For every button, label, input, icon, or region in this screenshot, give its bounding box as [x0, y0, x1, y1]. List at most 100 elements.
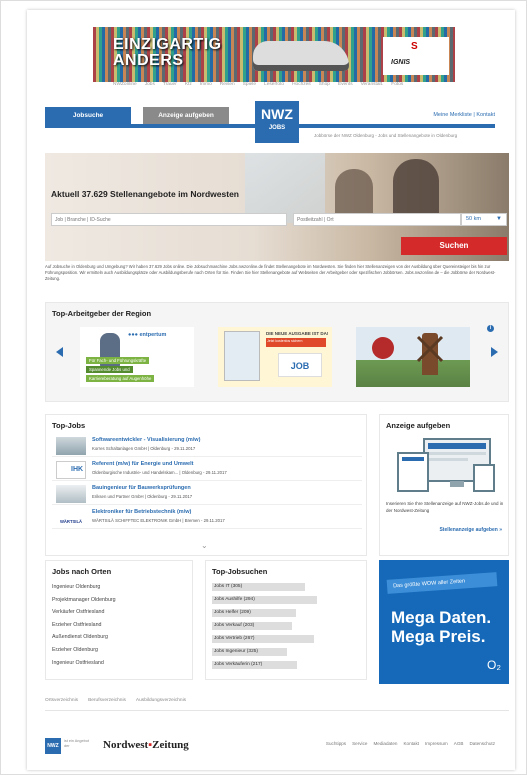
footer-nav-link[interactable]: AGB [454, 741, 464, 746]
top-nav-link[interactable]: Shop [319, 82, 330, 87]
top-nav-link[interactable]: Immo [200, 82, 212, 87]
footer-rule [45, 710, 509, 711]
top-nav-link[interactable]: Leserfoto [264, 82, 284, 87]
windmill-sails-icon [416, 335, 444, 363]
tagline: Jobbörse der NWZ Oldenburg - Jobs und St… [314, 133, 458, 138]
ad-headline: Mega Daten. Mega Preis. [391, 608, 491, 646]
brand-box: S IGNIS [383, 37, 449, 75]
merkliste-link[interactable]: Meine Merkliste [433, 112, 472, 118]
hero-person-image [335, 169, 373, 219]
footer-links: Ortsverzeichnis Berufsverzeichnis Ausbil… [45, 698, 186, 703]
job-title[interactable]: Softwareentwickler - Visualisierung (m/w… [92, 437, 200, 443]
section-title: Jobs nach Orten [52, 567, 112, 576]
search-bar[interactable]: Jobs Verkauf (203) [212, 622, 292, 630]
list-item[interactable]: Erzieher Ostfriesland [52, 619, 116, 632]
list-item[interactable]: Projektmanager Oldenburg [52, 594, 116, 607]
car-image [253, 41, 349, 71]
search-bar[interactable]: Jobs Verkäuferin (217) [212, 661, 297, 669]
footer-logo[interactable]: NWZ [45, 738, 61, 754]
anzeige-text: Inserieren Sie Ihre Stellenanzeige auf N… [386, 501, 504, 513]
list-item[interactable]: Ingenieur Oldenburg [52, 581, 116, 594]
footer-nav-link[interactable]: Mediadaten [373, 741, 397, 746]
top-links: Meine Merkliste | Kontakt [433, 112, 495, 118]
search-hero: Aktuell 37.629 Stellenangebote im Nordwe… [45, 153, 509, 261]
job-row[interactable]: IHK Referent (m/w) für Energie und Umwel… [52, 459, 362, 481]
logo-top: NWZ [261, 106, 293, 122]
kontakt-link[interactable]: Kontakt [476, 112, 495, 118]
nwz-jobs-logo[interactable]: NWZ JOBS [255, 101, 299, 143]
job-row[interactable]: Bauingenieur für Bauwerksprüfungen Eriks… [52, 483, 362, 505]
search-bar[interactable]: Jobs IT (305) [212, 583, 305, 591]
top-nav-link[interactable]: Jobs [145, 82, 155, 87]
carousel-prev-icon[interactable] [56, 347, 63, 357]
jobsuche-button[interactable]: Jobsuche [45, 107, 131, 124]
top-nav-link[interactable]: Fotos [391, 82, 403, 87]
location-input[interactable] [293, 213, 461, 226]
job-row[interactable]: Softwareentwickler - Visualisierung (m/w… [52, 435, 362, 457]
ihk-logo-icon: IHK [56, 461, 86, 479]
top-nav-link[interactable]: Spiele [243, 82, 256, 87]
list-item[interactable]: Verkäufer Ostfriesland [52, 606, 116, 619]
search-bar[interactable]: Jobs Aushilfe (294) [212, 596, 317, 604]
employer-card[interactable] [356, 327, 470, 387]
footer-nav-link[interactable]: Impressum [425, 741, 448, 746]
top-nav-link[interactable]: NWZonline [113, 82, 137, 87]
employer-tag: Karriereberatung auf Augenhöhe [86, 375, 155, 382]
nordwest-zeitung-logo[interactable]: Nordwest▪Zeitung [103, 739, 189, 751]
footer-nav-link[interactable]: Service [352, 741, 367, 746]
employer-card[interactable]: DIE NEUE AUSGABE IST DA! Jetzt kostenlos… [218, 327, 332, 387]
job-search-input[interactable] [51, 213, 287, 226]
jobs-nach-orten: Jobs nach Orten Ingenieur Oldenburg Proj… [45, 560, 193, 680]
footer-nav-link[interactable]: Kontakt [403, 741, 419, 746]
job-meta: Korres Schaltanlagen GmbH | Oldenburg - … [92, 446, 196, 451]
employer-card[interactable]: ●●● entpertum Für Fach- und Führungskräf… [80, 327, 194, 387]
page: EINZIGARTIG ANDERS S IGNIS NWZonline Jobs… [27, 10, 515, 770]
paper-name-a: Nordwest [103, 739, 149, 751]
list-item[interactable]: Außendienst Oldenburg [52, 631, 116, 644]
radius-select[interactable]: 50 km ▼ [461, 213, 507, 226]
job-badge: JOB [278, 353, 322, 377]
employer-emblem-icon [372, 337, 394, 359]
top-nav-link[interactable]: Events [338, 82, 353, 87]
logo-bottom: JOBS [268, 125, 286, 131]
anzeige-aufgeben-button[interactable]: Anzeige aufgeben [143, 107, 229, 124]
top-nav-link[interactable]: Hochzeit [292, 82, 311, 87]
footer-link[interactable]: Ortsverzeichnis [45, 698, 78, 703]
banner-ad[interactable]: EINZIGARTIG ANDERS S IGNIS [93, 27, 455, 82]
top-nav-link[interactable]: Reisen [220, 82, 235, 87]
job-row[interactable]: WÄRTSILÄ Elektroniker für Betriebstechni… [52, 507, 362, 529]
top-nav: NWZonline Jobs Trauer Kfz Immo Reisen Spiele Le… [113, 82, 403, 87]
search-button[interactable]: Suchen [401, 237, 507, 255]
radius-value: 50 km [466, 216, 481, 222]
anzeige-box: Anzeige aufgeben Inserieren Sie Ihre Ste… [379, 414, 509, 556]
o2-logo-icon: O₂ [487, 658, 501, 672]
job-title[interactable]: Elektroniker für Betriebstechnik (m/w) [92, 509, 191, 515]
anzeige-link[interactable]: Stellenanzeige aufgeben » [439, 527, 502, 533]
devices-illustration-icon [397, 438, 495, 492]
footer-nav-link[interactable]: Suchtipps [326, 741, 346, 746]
hero-title: Aktuell 37.629 Stellenangebote im Nordwe… [51, 189, 240, 199]
search-bar[interactable]: Jobs Helfer (209) [212, 609, 296, 617]
list-item[interactable]: Ingenieur Ostfriesland [52, 657, 116, 670]
carousel-next-icon[interactable] [491, 347, 498, 357]
banner-line1: EINZIGARTIG [113, 36, 222, 53]
search-bar[interactable]: Jobs Ingenieur (325) [212, 648, 287, 656]
ad-line1: Mega Daten. [391, 608, 492, 627]
search-bar[interactable]: Jobs Vertrieb (267) [212, 635, 314, 643]
top-nav-link[interactable]: Trauer [163, 82, 177, 87]
list-item[interactable]: Erzieher Oldenburg [52, 644, 116, 657]
footer-link[interactable]: Ausbildungsverzeichnis [136, 698, 186, 703]
windmill-photo [356, 327, 470, 387]
job-title[interactable]: Bauingenieur für Bauwerksprüfungen [92, 485, 191, 491]
footer-link[interactable]: Berufsverzeichnis [88, 698, 126, 703]
job-title[interactable]: Referent (m/w) für Energie und Umwelt [92, 461, 193, 467]
footer-nav-link[interactable]: Datenschutz [469, 741, 495, 746]
top-nav-link[interactable]: Veranstalt. [361, 82, 384, 87]
banner-headline: EINZIGARTIG ANDERS [113, 37, 222, 69]
job-meta: Eriksen und Partner GmbH | Oldenburg - 2… [92, 494, 193, 499]
info-icon[interactable]: i [487, 325, 494, 332]
section-title: Top-Jobsuchen [212, 567, 268, 576]
chevron-down-icon[interactable]: ⌄ [201, 541, 208, 550]
top-nav-link[interactable]: Kfz [185, 82, 192, 87]
o2-ad[interactable]: Das größte WOW aller Zeiten Mega Daten. … [379, 560, 509, 684]
